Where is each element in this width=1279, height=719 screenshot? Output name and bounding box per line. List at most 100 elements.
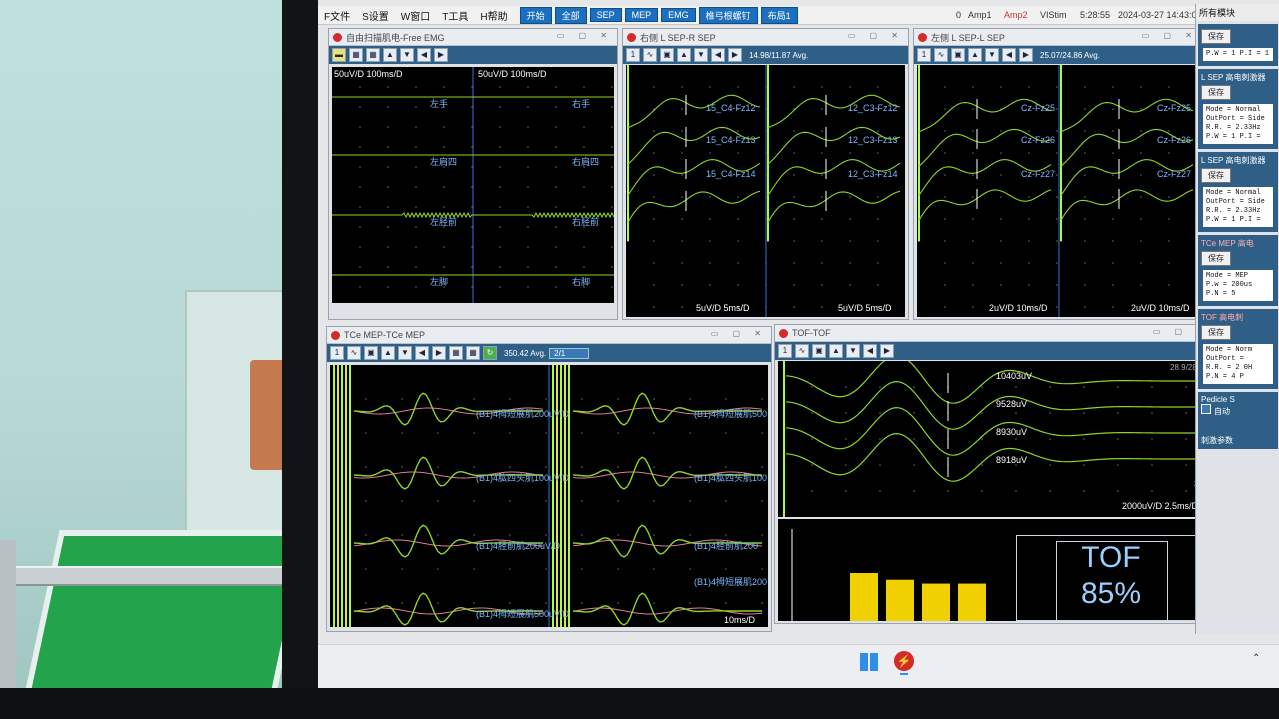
pedicle-screw-button[interactable]: 椎弓根螺钉 xyxy=(698,6,758,24)
grid-dot xyxy=(681,196,683,198)
window-controls[interactable]: ▭ ▢ ✕ xyxy=(1142,31,1198,40)
mep-label-right-2: (B1)4肱四头肌100 xyxy=(694,473,768,483)
down-arrow-icon[interactable]: ▼ xyxy=(398,346,412,360)
grid-dot xyxy=(545,568,547,570)
grid-dot xyxy=(913,412,915,414)
grid-dot xyxy=(545,432,547,434)
grid2-button[interactable]: ▦ xyxy=(466,346,480,360)
grid-dot xyxy=(1084,152,1086,154)
channel-button[interactable]: 1 xyxy=(330,346,344,360)
param-line: OutPort = xyxy=(1206,355,1244,363)
start-button[interactable]: 开始 xyxy=(519,6,552,24)
mep-input[interactable]: 2/1 xyxy=(549,347,590,359)
right-arrow-icon[interactable]: ▶ xyxy=(880,344,894,358)
grid-dot xyxy=(981,386,983,388)
grid-dot xyxy=(845,412,847,414)
windows-start-icon[interactable] xyxy=(860,653,878,671)
taskbar-chevron-icon[interactable]: ⌃ xyxy=(1252,653,1260,664)
channel-button[interactable]: 1 xyxy=(917,48,931,62)
auto-checkbox[interactable] xyxy=(1201,404,1211,414)
save-icon[interactable]: ▣ xyxy=(364,346,378,360)
menu-window[interactable]: W窗口 xyxy=(395,8,436,23)
menu-help[interactable]: H帮助 xyxy=(474,8,513,23)
up-arrow-icon[interactable]: ▲ xyxy=(829,344,843,358)
grid-dot xyxy=(737,240,739,242)
save-button[interactable]: 保存 xyxy=(1201,29,1231,44)
emg-button[interactable]: EMG xyxy=(661,8,696,22)
right-arrow-icon[interactable]: ▶ xyxy=(1019,48,1033,62)
grid-dot xyxy=(527,206,529,208)
grid-dot xyxy=(555,126,557,128)
menu-file[interactable]: F文件 xyxy=(318,8,356,23)
menu-settings[interactable]: S设置 xyxy=(356,8,395,23)
grid-dot xyxy=(725,602,727,604)
left-arrow-icon[interactable]: ◀ xyxy=(711,48,725,62)
sweep-button[interactable]: ∿ xyxy=(643,48,657,62)
channel-button[interactable]: 1 xyxy=(778,344,792,358)
save-button[interactable]: 保存 xyxy=(1201,85,1231,100)
grid-button[interactable]: ▦ xyxy=(349,48,363,62)
up-arrow-icon[interactable]: ▲ xyxy=(677,48,691,62)
green-mat xyxy=(20,530,312,712)
layout-button[interactable]: 布局1 xyxy=(760,6,798,24)
down-arrow-icon[interactable]: ▼ xyxy=(985,48,999,62)
window-controls[interactable]: ▭ ▢ ✕ xyxy=(557,31,613,40)
grid-dot xyxy=(1117,386,1119,388)
down-arrow-icon[interactable]: ▼ xyxy=(400,48,414,62)
color-button[interactable]: ▬ xyxy=(332,48,346,62)
sweep-button[interactable]: ∿ xyxy=(347,346,361,360)
grid-dot xyxy=(415,286,417,288)
grid-dot xyxy=(1083,490,1085,492)
grid-dot xyxy=(972,174,974,176)
grid-dot xyxy=(443,246,445,248)
grid-dot xyxy=(725,534,727,536)
refresh-icon[interactable]: ↻ xyxy=(483,346,497,360)
grid-dot xyxy=(793,262,795,264)
grid2-button[interactable]: ▦ xyxy=(366,48,380,62)
save-icon[interactable]: ▣ xyxy=(660,48,674,62)
down-arrow-icon[interactable]: ▼ xyxy=(694,48,708,62)
grid-dot xyxy=(1112,262,1114,264)
left-arrow-icon[interactable]: ◀ xyxy=(863,344,877,358)
menu-tools[interactable]: T工具 xyxy=(436,8,474,23)
left-arrow-icon[interactable]: ◀ xyxy=(415,346,429,360)
right-arrow-icon[interactable]: ▶ xyxy=(432,346,446,360)
window-toolbar: 1 ∿ ▣ ▲ ▼ ◀ ▶ 14.98/11.87 Avg. xyxy=(623,46,908,64)
average-count: 350.42 Avg. xyxy=(504,348,547,358)
down-arrow-icon[interactable]: ▼ xyxy=(846,344,860,358)
grid-dot xyxy=(617,466,619,468)
lsep-label-4: Cz-Fz25 xyxy=(1157,103,1192,113)
save-button[interactable]: 保存 xyxy=(1201,325,1231,340)
grid-dot xyxy=(1084,130,1086,132)
left-arrow-icon[interactable]: ◀ xyxy=(1002,48,1016,62)
app-taskbar-icon[interactable]: ⚡ xyxy=(894,651,914,671)
window-controls[interactable]: ▭ ▢ ✕ xyxy=(711,329,767,338)
mep-button[interactable]: MEP xyxy=(624,8,659,22)
grid-dot xyxy=(365,466,367,468)
sep-button[interactable]: SEP xyxy=(589,8,622,22)
channel-button[interactable]: 1 xyxy=(626,48,640,62)
grid-dot xyxy=(1056,240,1058,242)
save-button[interactable]: 保存 xyxy=(1201,251,1231,266)
tof-amp-4: 8918uV xyxy=(996,455,1028,465)
all-button[interactable]: 全部 xyxy=(554,6,587,24)
up-arrow-icon[interactable]: ▲ xyxy=(383,48,397,62)
up-arrow-icon[interactable]: ▲ xyxy=(381,346,395,360)
sweep-button[interactable]: ∿ xyxy=(795,344,809,358)
module-name: L SEP 高电刺激器 xyxy=(1201,73,1266,82)
right-arrow-icon[interactable]: ▶ xyxy=(728,48,742,62)
grid-dot xyxy=(761,466,763,468)
right-arrow-icon[interactable]: ▶ xyxy=(434,48,448,62)
up-arrow-icon[interactable]: ▲ xyxy=(968,48,982,62)
save-button[interactable]: 保存 xyxy=(1201,168,1231,183)
grid-dot xyxy=(581,432,583,434)
grid-button[interactable]: ▦ xyxy=(449,346,463,360)
tof-corner: 28.9/28 xyxy=(1170,363,1197,372)
sweep-button[interactable]: ∿ xyxy=(934,48,948,62)
grid-dot xyxy=(1168,284,1170,286)
window-controls[interactable]: ▭ ▢ ✕ xyxy=(848,31,904,40)
rsep-label-2: 15_C4-Fz13 xyxy=(706,135,756,145)
save-icon[interactable]: ▣ xyxy=(951,48,965,62)
save-icon[interactable]: ▣ xyxy=(812,344,826,358)
left-arrow-icon[interactable]: ◀ xyxy=(417,48,431,62)
